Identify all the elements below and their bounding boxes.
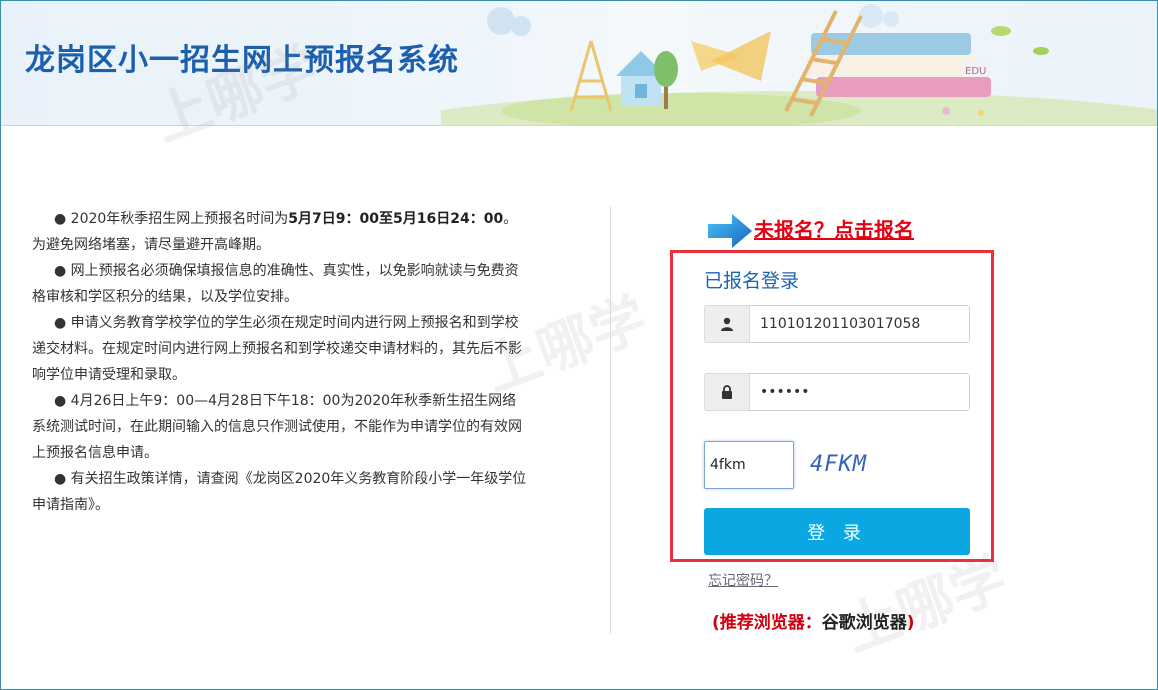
- user-icon: [704, 305, 750, 343]
- password-field: [704, 373, 970, 411]
- site-title: 龙岗区小一招生网上预报名系统: [25, 43, 459, 78]
- captcha-input[interactable]: [704, 441, 794, 489]
- forgot-password-link[interactable]: 忘记密码？: [708, 570, 778, 590]
- login-button[interactable]: 登 录: [704, 508, 970, 555]
- username-input[interactable]: [750, 305, 970, 343]
- site-header: 龙岗区小一招生网上预报名系统 EDU: [1, 1, 1157, 126]
- username-field: [704, 305, 970, 343]
- lock-icon: [704, 373, 750, 411]
- notice-item: ● 4月26日上午9：00—4月28日下午18：00为2020年秋季新生招生网络…: [32, 393, 522, 461]
- notice-item: ● 2020年秋季招生网上预报名时间为5月7日9：00至5月16日24：00。为…: [32, 211, 518, 253]
- column-divider: [610, 206, 611, 634]
- browser-recommendation: (推荐浏览器：谷歌浏览器): [712, 613, 915, 633]
- notice-item: ● 申请义务教育学校学位的学生必须在规定时间内进行网上预报名和到学校递交材料。在…: [32, 315, 522, 383]
- password-input[interactable]: [750, 373, 970, 411]
- register-link[interactable]: 未报名？点击报名: [754, 214, 914, 243]
- notice-item: ● 有关招生政策详情，请查阅《龙岗区2020年义务教育阶段小学一年级学位申请指南…: [32, 471, 527, 513]
- notice-panel: ● 2020年秋季招生网上预报名时间为5月7日9：00至5月16日24：00。为…: [32, 206, 527, 518]
- notice-item: ● 网上预报名必须确保填报信息的准确性、真实性，以免影响就读与免费资格审核和学区…: [32, 263, 519, 305]
- book-label: EDU: [965, 66, 986, 77]
- header-illustration: EDU: [441, 4, 1157, 125]
- arrow-right-icon: [708, 214, 752, 248]
- captcha-image[interactable]: 4FKM: [810, 449, 882, 481]
- login-title: 已报名登录: [704, 270, 800, 292]
